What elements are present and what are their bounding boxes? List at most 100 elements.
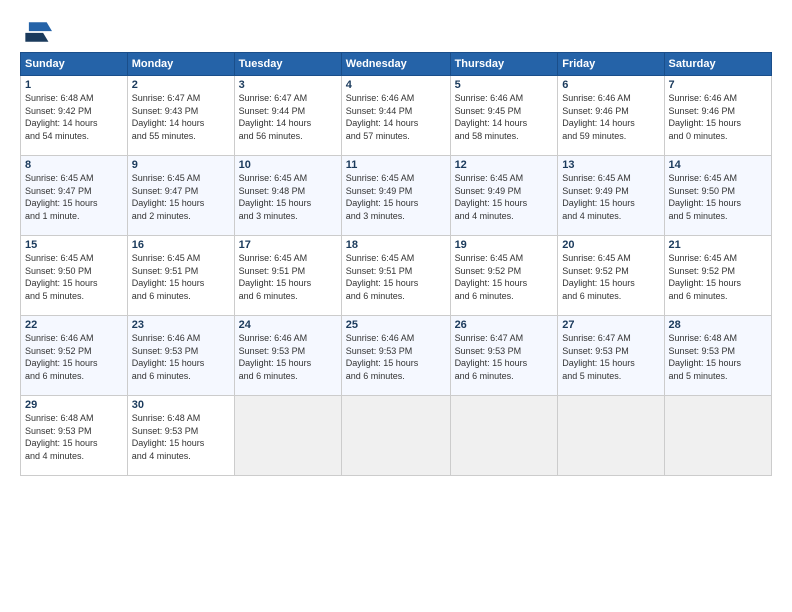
calendar-cell: 20Sunrise: 6:45 AMSunset: 9:52 PMDayligh… — [558, 236, 664, 316]
calendar-cell: 26Sunrise: 6:47 AMSunset: 9:53 PMDayligh… — [450, 316, 558, 396]
day-info: Sunrise: 6:48 AMSunset: 9:53 PMDaylight:… — [25, 412, 123, 462]
day-info: Sunrise: 6:48 AMSunset: 9:53 PMDaylight:… — [669, 332, 767, 382]
day-number: 20 — [562, 239, 659, 251]
day-number: 9 — [132, 159, 230, 171]
day-info: Sunrise: 6:45 AMSunset: 9:49 PMDaylight:… — [346, 172, 446, 222]
calendar-cell: 13Sunrise: 6:45 AMSunset: 9:49 PMDayligh… — [558, 156, 664, 236]
day-number: 2 — [132, 79, 230, 91]
day-number: 12 — [455, 159, 554, 171]
calendar-cell: 2Sunrise: 6:47 AMSunset: 9:43 PMDaylight… — [127, 76, 234, 156]
logo-icon — [20, 18, 52, 46]
calendar-cell — [234, 396, 341, 476]
day-info: Sunrise: 6:45 AMSunset: 9:50 PMDaylight:… — [25, 252, 123, 302]
calendar-cell: 9Sunrise: 6:45 AMSunset: 9:47 PMDaylight… — [127, 156, 234, 236]
day-number: 22 — [25, 319, 123, 331]
day-number: 29 — [25, 399, 123, 411]
day-number: 23 — [132, 319, 230, 331]
calendar-cell: 10Sunrise: 6:45 AMSunset: 9:48 PMDayligh… — [234, 156, 341, 236]
calendar-header-row: SundayMondayTuesdayWednesdayThursdayFrid… — [21, 53, 772, 76]
calendar-cell: 27Sunrise: 6:47 AMSunset: 9:53 PMDayligh… — [558, 316, 664, 396]
calendar-cell — [450, 396, 558, 476]
calendar-cell: 23Sunrise: 6:46 AMSunset: 9:53 PMDayligh… — [127, 316, 234, 396]
day-number: 4 — [346, 79, 446, 91]
day-info: Sunrise: 6:46 AMSunset: 9:53 PMDaylight:… — [132, 332, 230, 382]
day-info: Sunrise: 6:46 AMSunset: 9:44 PMDaylight:… — [346, 92, 446, 142]
day-info: Sunrise: 6:46 AMSunset: 9:52 PMDaylight:… — [25, 332, 123, 382]
day-info: Sunrise: 6:45 AMSunset: 9:51 PMDaylight:… — [239, 252, 337, 302]
calendar-week-row: 1Sunrise: 6:48 AMSunset: 9:42 PMDaylight… — [21, 76, 772, 156]
weekday-header: Saturday — [664, 53, 771, 76]
day-info: Sunrise: 6:45 AMSunset: 9:52 PMDaylight:… — [455, 252, 554, 302]
calendar-cell: 19Sunrise: 6:45 AMSunset: 9:52 PMDayligh… — [450, 236, 558, 316]
day-number: 18 — [346, 239, 446, 251]
calendar-week-row: 22Sunrise: 6:46 AMSunset: 9:52 PMDayligh… — [21, 316, 772, 396]
day-number: 3 — [239, 79, 337, 91]
weekday-header: Sunday — [21, 53, 128, 76]
day-number: 5 — [455, 79, 554, 91]
day-info: Sunrise: 6:47 AMSunset: 9:44 PMDaylight:… — [239, 92, 337, 142]
calendar-week-row: 8Sunrise: 6:45 AMSunset: 9:47 PMDaylight… — [21, 156, 772, 236]
day-info: Sunrise: 6:45 AMSunset: 9:49 PMDaylight:… — [455, 172, 554, 222]
calendar-table: SundayMondayTuesdayWednesdayThursdayFrid… — [20, 52, 772, 476]
day-number: 19 — [455, 239, 554, 251]
day-number: 1 — [25, 79, 123, 91]
day-info: Sunrise: 6:46 AMSunset: 9:46 PMDaylight:… — [562, 92, 659, 142]
calendar-cell: 3Sunrise: 6:47 AMSunset: 9:44 PMDaylight… — [234, 76, 341, 156]
day-number: 30 — [132, 399, 230, 411]
day-info: Sunrise: 6:45 AMSunset: 9:49 PMDaylight:… — [562, 172, 659, 222]
page: SundayMondayTuesdayWednesdayThursdayFrid… — [0, 0, 792, 612]
calendar-cell: 12Sunrise: 6:45 AMSunset: 9:49 PMDayligh… — [450, 156, 558, 236]
weekday-header: Wednesday — [341, 53, 450, 76]
day-number: 28 — [669, 319, 767, 331]
day-number: 17 — [239, 239, 337, 251]
weekday-header: Monday — [127, 53, 234, 76]
day-info: Sunrise: 6:45 AMSunset: 9:48 PMDaylight:… — [239, 172, 337, 222]
calendar-cell: 21Sunrise: 6:45 AMSunset: 9:52 PMDayligh… — [664, 236, 771, 316]
day-number: 13 — [562, 159, 659, 171]
day-info: Sunrise: 6:45 AMSunset: 9:51 PMDaylight:… — [132, 252, 230, 302]
calendar-cell: 28Sunrise: 6:48 AMSunset: 9:53 PMDayligh… — [664, 316, 771, 396]
day-info: Sunrise: 6:48 AMSunset: 9:53 PMDaylight:… — [132, 412, 230, 462]
calendar-cell: 8Sunrise: 6:45 AMSunset: 9:47 PMDaylight… — [21, 156, 128, 236]
day-number: 15 — [25, 239, 123, 251]
day-number: 16 — [132, 239, 230, 251]
calendar-cell: 18Sunrise: 6:45 AMSunset: 9:51 PMDayligh… — [341, 236, 450, 316]
calendar-cell: 17Sunrise: 6:45 AMSunset: 9:51 PMDayligh… — [234, 236, 341, 316]
day-number: 6 — [562, 79, 659, 91]
weekday-header: Friday — [558, 53, 664, 76]
weekday-header: Tuesday — [234, 53, 341, 76]
day-info: Sunrise: 6:46 AMSunset: 9:53 PMDaylight:… — [239, 332, 337, 382]
day-info: Sunrise: 6:47 AMSunset: 9:53 PMDaylight:… — [562, 332, 659, 382]
logo — [20, 18, 56, 46]
day-number: 26 — [455, 319, 554, 331]
calendar-cell: 7Sunrise: 6:46 AMSunset: 9:46 PMDaylight… — [664, 76, 771, 156]
calendar-week-row: 29Sunrise: 6:48 AMSunset: 9:53 PMDayligh… — [21, 396, 772, 476]
calendar-cell: 29Sunrise: 6:48 AMSunset: 9:53 PMDayligh… — [21, 396, 128, 476]
day-number: 25 — [346, 319, 446, 331]
day-info: Sunrise: 6:45 AMSunset: 9:52 PMDaylight:… — [562, 252, 659, 302]
calendar-cell — [341, 396, 450, 476]
calendar-cell: 15Sunrise: 6:45 AMSunset: 9:50 PMDayligh… — [21, 236, 128, 316]
day-info: Sunrise: 6:46 AMSunset: 9:46 PMDaylight:… — [669, 92, 767, 142]
calendar-cell: 14Sunrise: 6:45 AMSunset: 9:50 PMDayligh… — [664, 156, 771, 236]
day-number: 27 — [562, 319, 659, 331]
day-number: 21 — [669, 239, 767, 251]
day-number: 14 — [669, 159, 767, 171]
calendar-cell: 1Sunrise: 6:48 AMSunset: 9:42 PMDaylight… — [21, 76, 128, 156]
day-info: Sunrise: 6:45 AMSunset: 9:50 PMDaylight:… — [669, 172, 767, 222]
calendar-cell: 22Sunrise: 6:46 AMSunset: 9:52 PMDayligh… — [21, 316, 128, 396]
calendar-cell — [558, 396, 664, 476]
day-info: Sunrise: 6:47 AMSunset: 9:53 PMDaylight:… — [455, 332, 554, 382]
calendar-week-row: 15Sunrise: 6:45 AMSunset: 9:50 PMDayligh… — [21, 236, 772, 316]
calendar-cell: 24Sunrise: 6:46 AMSunset: 9:53 PMDayligh… — [234, 316, 341, 396]
day-info: Sunrise: 6:45 AMSunset: 9:47 PMDaylight:… — [25, 172, 123, 222]
day-info: Sunrise: 6:45 AMSunset: 9:47 PMDaylight:… — [132, 172, 230, 222]
day-info: Sunrise: 6:47 AMSunset: 9:43 PMDaylight:… — [132, 92, 230, 142]
calendar-cell — [664, 396, 771, 476]
calendar-cell: 16Sunrise: 6:45 AMSunset: 9:51 PMDayligh… — [127, 236, 234, 316]
day-info: Sunrise: 6:45 AMSunset: 9:51 PMDaylight:… — [346, 252, 446, 302]
calendar-cell: 11Sunrise: 6:45 AMSunset: 9:49 PMDayligh… — [341, 156, 450, 236]
day-number: 10 — [239, 159, 337, 171]
day-info: Sunrise: 6:48 AMSunset: 9:42 PMDaylight:… — [25, 92, 123, 142]
header — [20, 18, 772, 46]
